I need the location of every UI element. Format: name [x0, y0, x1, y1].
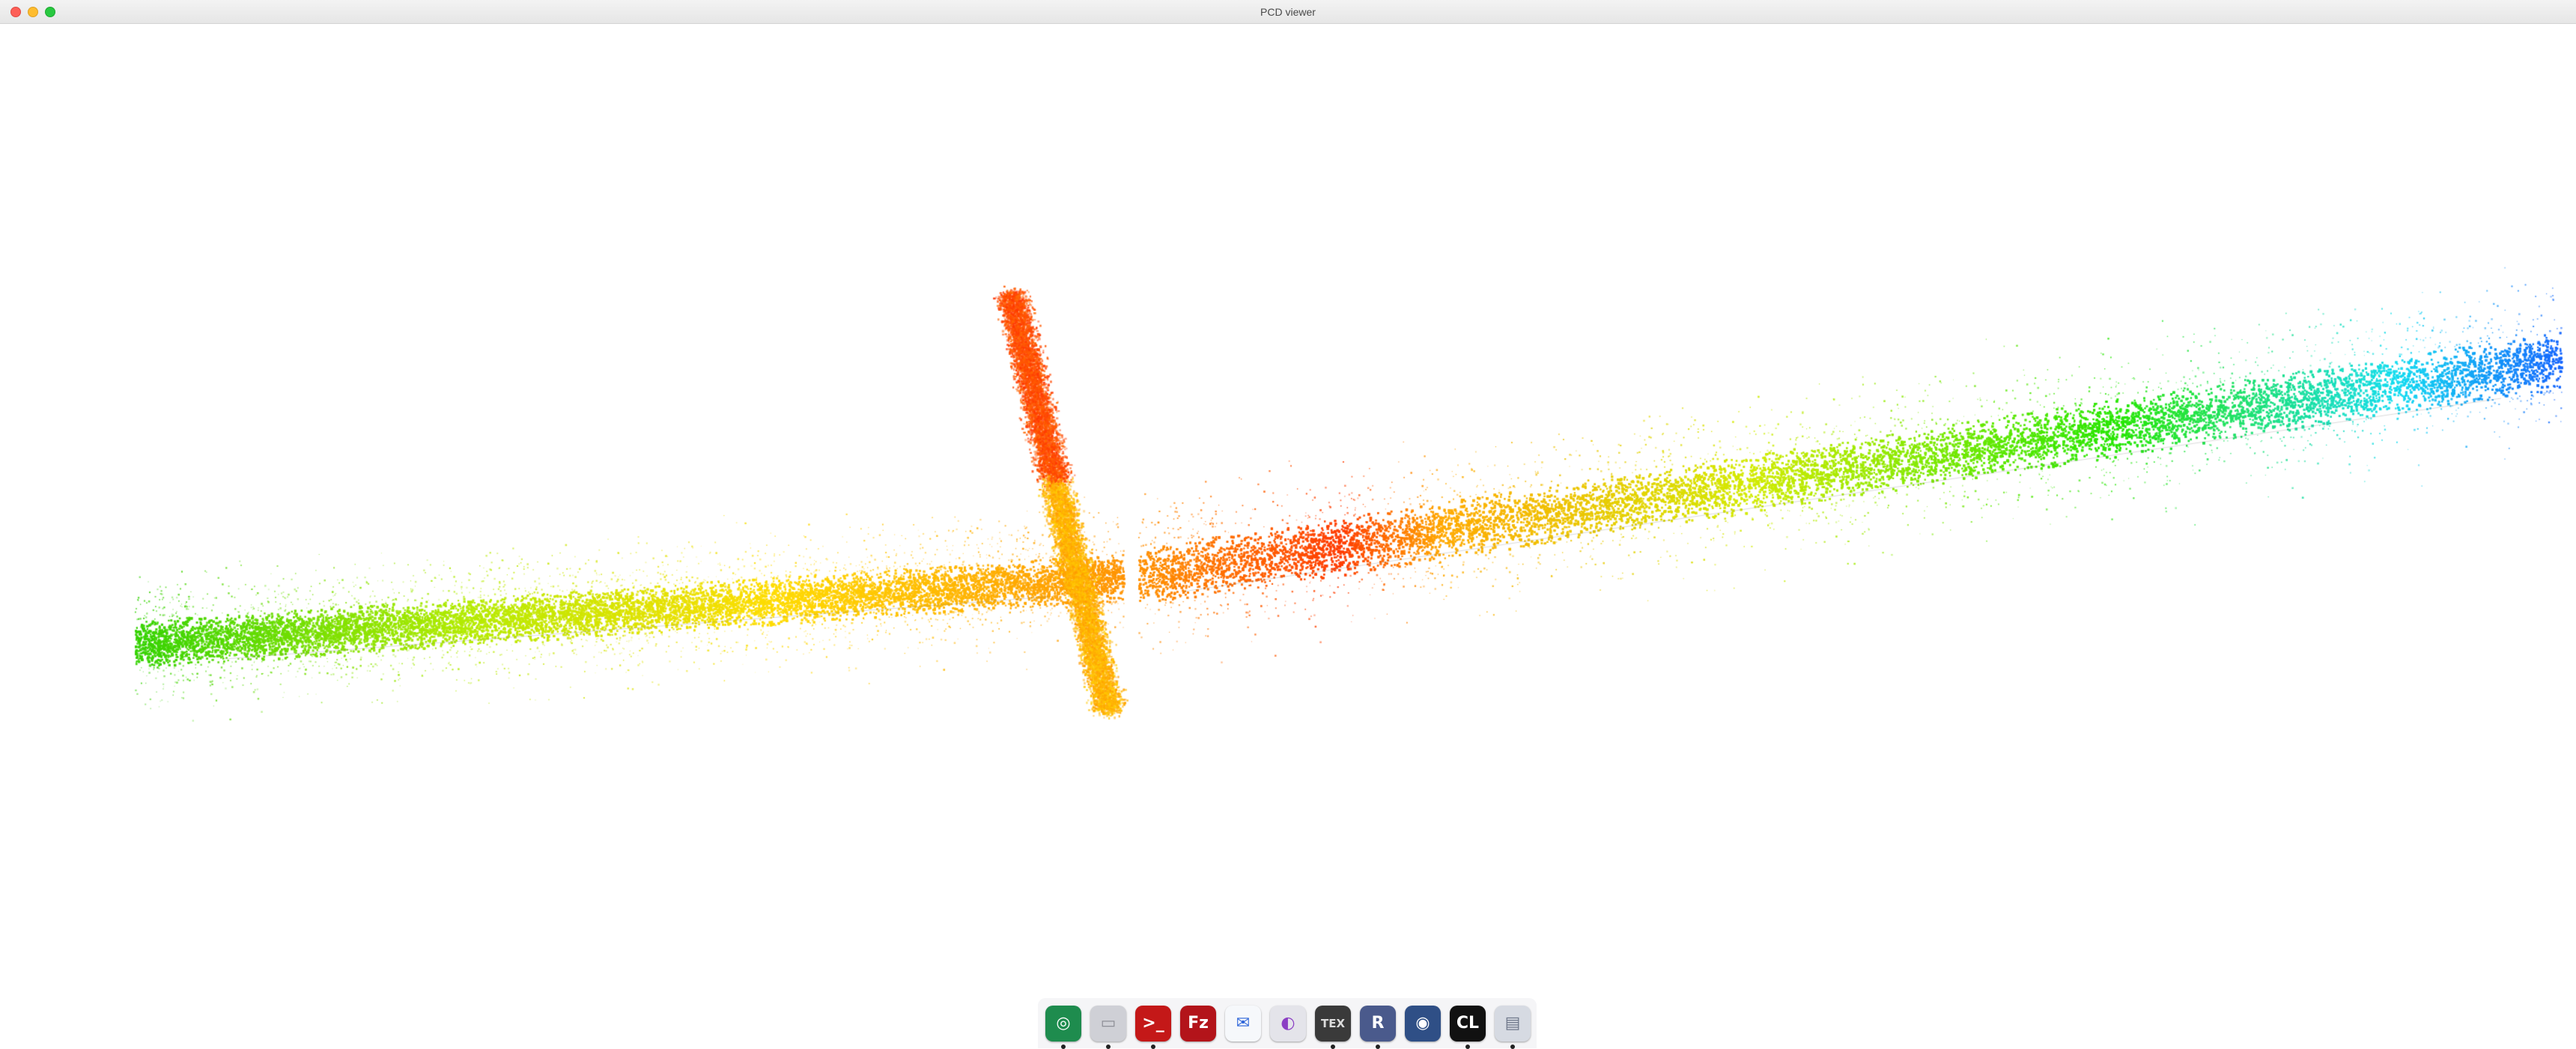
screenshot-camera-glyph: ◉ [1415, 1014, 1430, 1033]
running-indicator [1331, 1045, 1335, 1049]
running-indicator [1465, 1045, 1470, 1049]
chrome-icon[interactable]: ◎ [1045, 1006, 1081, 1042]
window-title: PCD viewer [1260, 6, 1316, 18]
chrome-glyph: ◎ [1056, 1014, 1071, 1033]
running-indicator [1376, 1045, 1380, 1049]
files-folder-glyph: ▭ [1100, 1014, 1117, 1033]
filezilla-glyph: Fz [1188, 1014, 1209, 1033]
mail-app-icon[interactable]: ✉ [1225, 1006, 1261, 1042]
dock: ◎ ▭ >_ Fz ✉ ◐ TEX R ◉ CL ▤ [1038, 998, 1537, 1049]
window-titlebar[interactable]: PCD viewer [0, 0, 2576, 24]
running-indicator [1106, 1045, 1111, 1049]
running-indicator [1061, 1045, 1066, 1049]
settings-toggle-glyph: ◐ [1281, 1014, 1295, 1033]
terminal-glyph: >_ [1142, 1014, 1164, 1033]
jetbrains-rider-glyph: R [1371, 1014, 1385, 1033]
mail-app-glyph: ✉ [1236, 1014, 1251, 1033]
jetbrains-rider-icon[interactable]: R [1360, 1006, 1396, 1042]
screenshot-camera-icon[interactable]: ◉ [1405, 1006, 1441, 1042]
clion-glyph: CL [1456, 1014, 1480, 1033]
files-folder-icon[interactable]: ▭ [1090, 1006, 1126, 1042]
clion-icon[interactable]: CL [1450, 1006, 1486, 1042]
running-indicator [1151, 1045, 1155, 1049]
point-cloud-viewport[interactable] [0, 24, 2576, 990]
tex-editor-glyph: TEX [1320, 1016, 1346, 1030]
running-indicator [1510, 1045, 1515, 1049]
window-preview-icon[interactable]: ▤ [1495, 1006, 1531, 1042]
point-cloud-canvas[interactable] [0, 24, 2576, 990]
terminal-icon[interactable]: >_ [1135, 1006, 1171, 1042]
tex-editor-icon[interactable]: TEX [1315, 1006, 1351, 1042]
filezilla-icon[interactable]: Fz [1180, 1006, 1216, 1042]
settings-toggle-icon[interactable]: ◐ [1270, 1006, 1306, 1042]
window-preview-glyph: ▤ [1504, 1014, 1521, 1033]
